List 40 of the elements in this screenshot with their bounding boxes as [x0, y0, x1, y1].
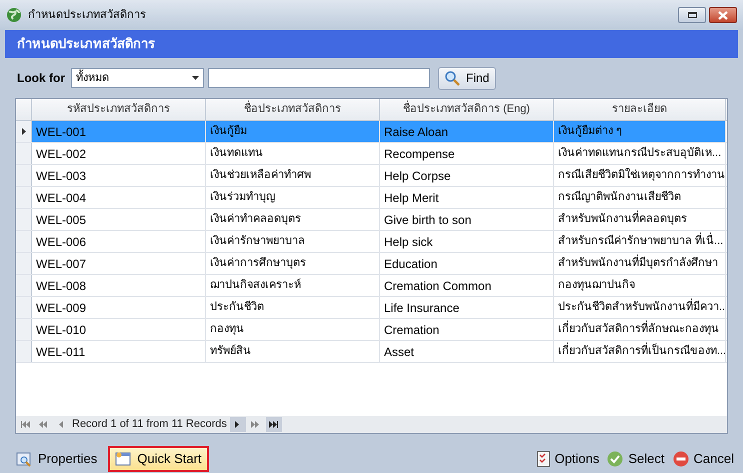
look-for-label: Look for: [17, 70, 65, 87]
close-icon: [717, 10, 729, 20]
column-header[interactable]: รหัสประเภทสวัสดิการ: [32, 99, 206, 120]
column-header[interactable]: รายละเอียด: [554, 99, 726, 120]
arrow-icon: [20, 421, 30, 428]
close-button[interactable]: [709, 7, 737, 23]
column-header[interactable]: ชื่อประเภทสวัสดิการ (Eng): [380, 99, 554, 120]
check-icon: [607, 450, 624, 466]
options-button[interactable]: Options: [536, 446, 600, 470]
cancel-button[interactable]: Cancel: [672, 446, 734, 470]
record-status: Record 1 of 11 from 11 Records: [71, 417, 228, 432]
checklist-icon: [536, 450, 550, 466]
search-field[interactable]: [208, 68, 430, 88]
window-title: กำหนดประเภทสวัสดิการ: [28, 8, 146, 23]
search-icon: [445, 70, 460, 86]
window-icon: [115, 450, 132, 466]
find-button[interactable]: Find: [438, 66, 496, 90]
table-cell: เงินกู้ยืม: [206, 121, 380, 142]
arrow-icon: [251, 421, 260, 428]
last-record-button[interactable]: [266, 417, 282, 432]
header-title: กำหนดประเภทสวัสดิการ: [17, 35, 155, 54]
globe-icon: [6, 7, 22, 23]
dropdown-arrow-icon: [192, 76, 199, 80]
column-header[interactable]: ชื่อประเภทสวัสดิการ: [206, 99, 380, 120]
arrow-icon: [38, 421, 48, 428]
no-entry-icon: [672, 450, 689, 466]
quick-start-button[interactable]: Quick Start: [108, 446, 209, 472]
next-record-button[interactable]: [230, 417, 246, 432]
table-cell: Raise Aloan: [380, 121, 554, 142]
table-cell: WEL-001: [32, 121, 206, 142]
restore-button[interactable]: [678, 7, 706, 23]
properties-button[interactable]: Properties: [9, 446, 104, 472]
table-cell: เงินกู้ยืมต่าง ๆ: [554, 121, 726, 142]
arrow-icon: [269, 421, 278, 428]
window-search-icon: [16, 450, 32, 466]
arrow-icon: [56, 421, 66, 428]
row-indicator[interactable]: [16, 121, 32, 142]
scope-dropdown[interactable]: ทั้งหมด: [71, 68, 204, 88]
current-row-icon: [22, 128, 26, 135]
select-button[interactable]: Select: [607, 446, 665, 470]
